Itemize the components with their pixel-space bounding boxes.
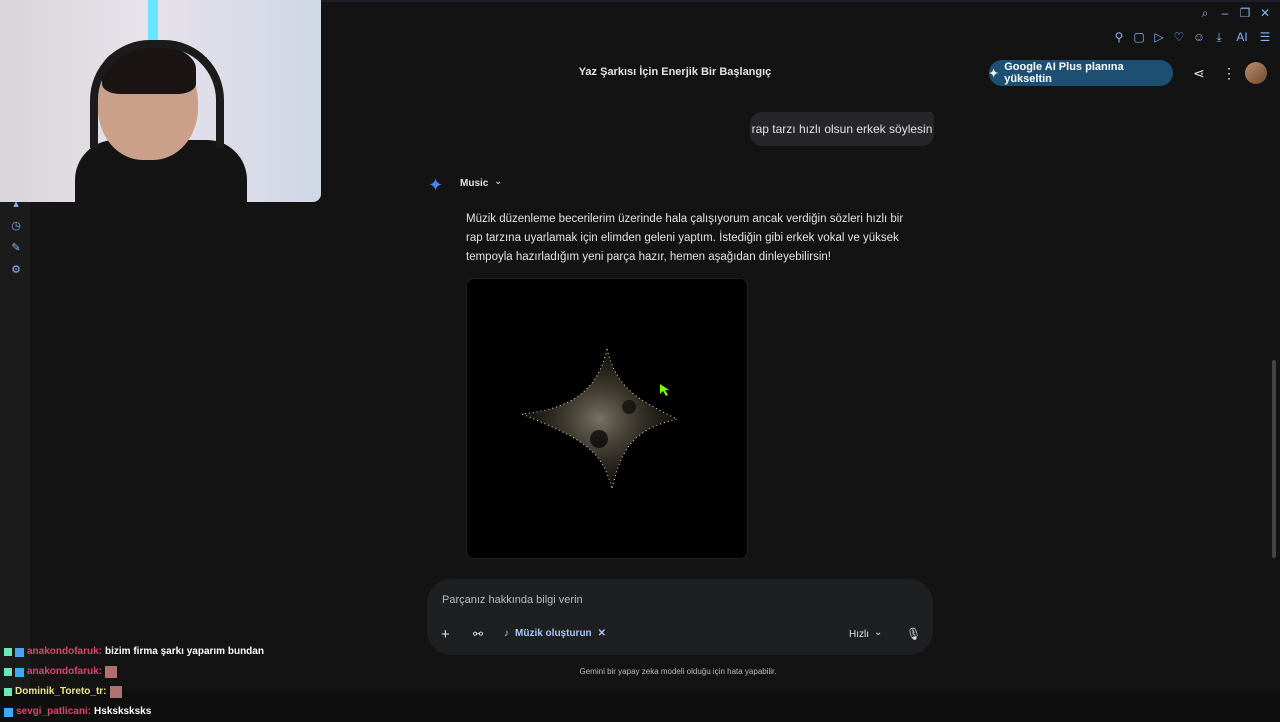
history-icon[interactable]: ◷: [10, 220, 22, 232]
pin-icon[interactable]: ⚲: [1112, 30, 1126, 45]
minimize-icon[interactable]: –: [1218, 6, 1232, 21]
user-message: rap tarzı hızlı olsun erkek söylesin: [750, 112, 934, 146]
chat-message: bizim firma şarkı yaparım bundan: [105, 646, 264, 657]
menu-icon[interactable]: ☰: [1258, 30, 1272, 45]
screenshot-icon[interactable]: ▢: [1132, 30, 1146, 45]
model-selector[interactable]: Music: [460, 178, 488, 189]
tools-icon[interactable]: ⚯: [473, 627, 483, 641]
chat-username: sevgi_patlicani:: [16, 706, 92, 717]
browser-toolbar: ⚲ ▢ ▷ ♡ ☺ ⤓ AI ☰: [1112, 30, 1272, 45]
microphone-icon[interactable]: 🎙: [906, 627, 921, 641]
heart-icon[interactable]: ♡: [1172, 30, 1186, 45]
chip-label: Müzik oluşturun: [515, 628, 592, 639]
composer: [427, 579, 933, 655]
chat-badge-icon: [4, 688, 12, 696]
music-chip[interactable]: ♪ Müzik oluşturun ✕: [504, 628, 606, 639]
gemini-icon: ✦: [428, 175, 444, 195]
chat-message: Hsksksksks: [94, 706, 152, 717]
chat-username: anakondofaruk:: [27, 666, 103, 677]
puzzle-icon[interactable]: ✎: [10, 242, 22, 254]
page-title: Yaz Şarkısı İçin Enerjik Bir Başlangıç: [578, 66, 772, 78]
chat-username: anakondofaruk:: [27, 646, 103, 657]
chat-badge-icon: [15, 667, 24, 677]
model-reply: Müzik düzenleme becerilerim üzerinde hal…: [466, 213, 904, 263]
scrollbar[interactable]: [1272, 360, 1276, 558]
speed-selector[interactable]: Hızlı: [849, 629, 869, 640]
settings-icon[interactable]: ⚙: [10, 264, 22, 276]
window-controls: ⌕ – ❐ ✕: [1198, 6, 1272, 21]
close-icon[interactable]: ✕: [1258, 6, 1272, 21]
more-options-icon[interactable]: ⋮: [1222, 65, 1236, 82]
chat-badge-icon: [15, 647, 24, 657]
star-visual-icon: [520, 348, 679, 490]
disclaimer: Gemini bir yapay zeka modeli olduğu için…: [579, 667, 777, 676]
headset: [90, 40, 224, 148]
add-icon[interactable]: +: [441, 626, 450, 643]
chat-badge-icon: [4, 668, 12, 676]
upgrade-label: Google AI Plus planına yükseltin: [1004, 61, 1124, 85]
emote-icon: [109, 686, 122, 698]
profile-icon[interactable]: ☺: [1192, 30, 1206, 45]
upgrade-button[interactable]: ✦ Google AI Plus planına yükseltin: [989, 60, 1173, 86]
chip-close-icon[interactable]: ✕: [598, 628, 606, 639]
webcam-overlay: [0, 0, 321, 202]
avatar[interactable]: [1245, 62, 1267, 84]
search-icon[interactable]: ⌕: [1198, 6, 1212, 21]
music-visualizer[interactable]: [466, 278, 748, 559]
chat-line: sevgi_patlicani: Hsksksksks: [4, 702, 304, 722]
play-icon[interactable]: ▷: [1152, 30, 1166, 45]
emote-icon: [105, 666, 118, 678]
share-icon[interactable]: ⋖: [1193, 65, 1205, 82]
download-icon[interactable]: ⤓: [1212, 30, 1226, 45]
music-note-icon: ♪: [504, 628, 509, 639]
chat-badge-icon: [4, 648, 12, 656]
chat-badge-icon: [4, 707, 13, 717]
chat-line: anakondofaruk: bizim firma şarkı yaparım…: [4, 642, 304, 662]
chat-line: anakondofaruk:: [4, 662, 304, 682]
chat-username: Dominik_Toreto_tr:: [15, 686, 107, 697]
ai-label[interactable]: AI: [1232, 30, 1252, 45]
chat-line: Dominik_Toreto_tr:: [4, 682, 304, 702]
chevron-down-icon[interactable]: ⌄: [494, 176, 502, 187]
sparkle-icon: ✦: [989, 67, 999, 80]
prompt-input[interactable]: Parçanız hakkında bilgi verin: [442, 594, 583, 606]
chevron-down-icon[interactable]: ⌄: [874, 627, 882, 638]
stream-chat: anakondofaruk: bizim firma şarkı yaparım…: [4, 642, 304, 722]
restore-icon[interactable]: ❐: [1238, 6, 1252, 21]
